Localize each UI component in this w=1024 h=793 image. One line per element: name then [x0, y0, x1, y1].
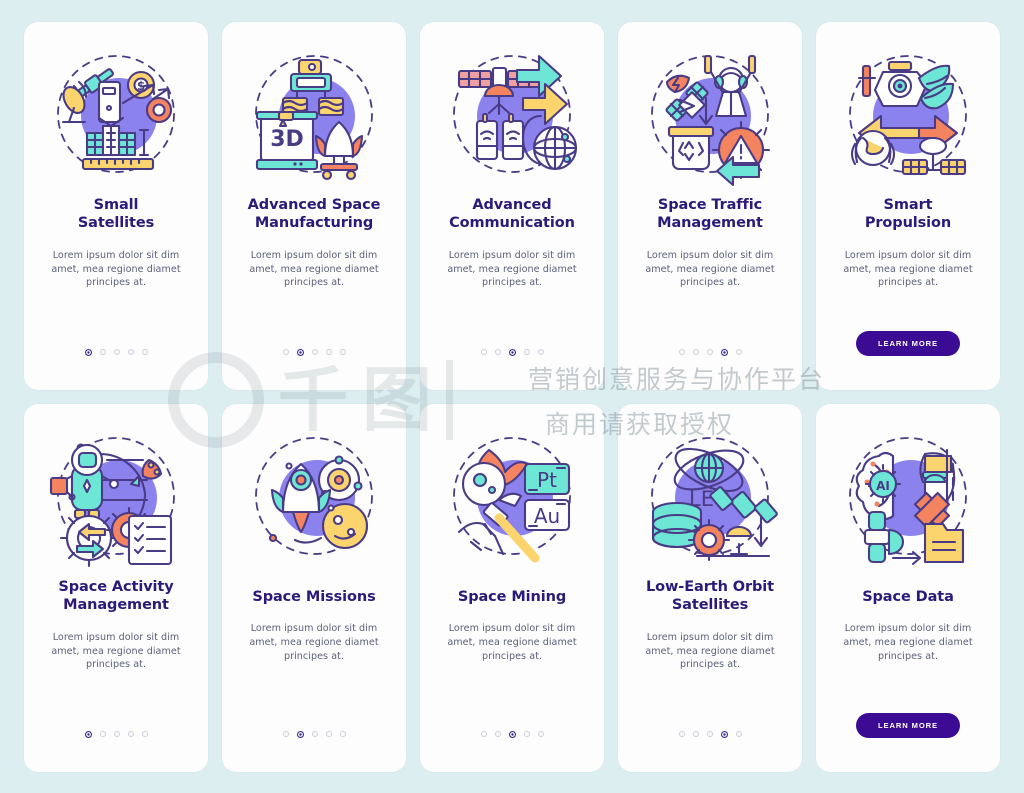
- svg-text:Au: Au: [534, 504, 560, 528]
- card-description: Lorem ipsum dolor sit dim amet, mea regi…: [51, 631, 181, 671]
- card-title: Space Activity Management: [58, 578, 174, 614]
- pagination-dot-active[interactable]: [508, 730, 516, 738]
- learn-more-button[interactable]: LEARN MORE: [855, 712, 961, 738]
- card-description: Lorem ipsum dolor sit dim amet, mea regi…: [843, 249, 973, 289]
- learn-more-button[interactable]: LEARN MORE: [855, 330, 961, 356]
- pagination-dot[interactable]: [99, 349, 106, 355]
- pagination-dot[interactable]: [692, 731, 699, 737]
- onboarding-card-low-earth-orbit-satellites: .s{fill:none;stroke:#4a3b86;stroke-width…: [618, 403, 802, 772]
- onboarding-card-space-traffic-management: .s{fill:none;stroke:#4a3b86;stroke-width…: [618, 21, 802, 390]
- pagination-dots[interactable]: [480, 730, 544, 738]
- card-title: Space Missions: [252, 588, 376, 605]
- traffic-controller-warning-icon: .s{fill:none;stroke:#4a3b86;stroke-width…: [635, 38, 785, 190]
- card-title: Advanced Space Manufacturing: [247, 196, 381, 232]
- svg-text:AI: AI: [876, 479, 890, 493]
- pagination-dot[interactable]: [494, 349, 501, 355]
- pagination-dot[interactable]: [706, 349, 713, 355]
- pagination-dot[interactable]: [282, 731, 289, 737]
- rocket-planets-icon: .s{fill:none;stroke:#4a3b86;stroke-width…: [239, 420, 389, 572]
- card-description: Lorem ipsum dolor sit dim amet, mea regi…: [645, 249, 775, 289]
- pagination-dot[interactable]: [127, 731, 134, 737]
- pagination-dot[interactable]: [113, 731, 120, 737]
- pagination-dot[interactable]: [127, 349, 134, 355]
- onboarding-card-advanced-communication: .s{fill:none;stroke:#4a3b86;stroke-width…: [420, 21, 604, 390]
- ai-brain-data-icon: .s{fill:none;stroke:#4a3b86;stroke-width…: [833, 420, 983, 572]
- onboarding-card-smart-propulsion: .s{fill:none;stroke:#4a3b86;stroke-width…: [816, 21, 1000, 390]
- card-description: Lorem ipsum dolor sit dim amet, mea regi…: [249, 623, 379, 662]
- onboarding-card-advanced-space-manufacturing: .s{fill:none;stroke:#4a3b86;stroke-width…: [222, 21, 406, 390]
- card-title: Advanced Communication: [449, 196, 575, 232]
- card-title: Low-Earth Orbit Satellites: [645, 578, 775, 614]
- pagination-dot[interactable]: [735, 731, 742, 737]
- pagination-dot[interactable]: [678, 349, 685, 355]
- pagination-dot[interactable]: [325, 349, 332, 355]
- pagination-dot[interactable]: [537, 349, 544, 355]
- pagination-dots[interactable]: [282, 730, 346, 738]
- pagination-dot[interactable]: [141, 349, 148, 355]
- card-title: Space Mining: [457, 588, 567, 605]
- pagination-dot[interactable]: [537, 731, 544, 737]
- pagination-dot[interactable]: [678, 731, 685, 737]
- svg-text:Pt: Pt: [537, 468, 557, 492]
- pagination-dot[interactable]: [325, 731, 332, 737]
- pagination-dot[interactable]: [339, 349, 346, 355]
- pagination-dots[interactable]: [678, 730, 742, 738]
- pagination-dot[interactable]: [480, 349, 487, 355]
- card-description: Lorem ipsum dolor sit dim amet, mea regi…: [447, 623, 577, 662]
- onboarding-card-space-mining: .s{fill:none;stroke:#4a3b86;stroke-width…: [420, 403, 604, 772]
- pagination-dot[interactable]: [706, 731, 713, 737]
- astronaut-checklist-gears-icon: .s{fill:none;stroke:#4a3b86;stroke-width…: [41, 420, 191, 572]
- pagination-dot-active[interactable]: [296, 348, 304, 356]
- card-grid: .s{fill:none;stroke:#4a3b86;stroke-width…: [0, 0, 1024, 793]
- pagination-dots[interactable]: [84, 730, 148, 738]
- svg-text:3D: 3D: [270, 127, 304, 152]
- pagination-dot[interactable]: [339, 731, 346, 737]
- pagination-dot[interactable]: [735, 349, 742, 355]
- pagination-dot-active[interactable]: [508, 348, 516, 356]
- 3d-printer-rocket-icon: .s{fill:none;stroke:#4a3b86;stroke-width…: [239, 38, 389, 190]
- card-description: Lorem ipsum dolor sit dim amet, mea regi…: [645, 631, 775, 671]
- pagination-dots[interactable]: [678, 348, 742, 356]
- pagination-dot[interactable]: [141, 731, 148, 737]
- card-description: Lorem ipsum dolor sit dim amet, mea regi…: [51, 249, 181, 289]
- card-title: Space Data: [862, 588, 954, 605]
- card-title: Small Satellites: [77, 196, 155, 232]
- pagination-dot[interactable]: [99, 731, 106, 737]
- asteroid-pickaxe-elements-icon: .s{fill:none;stroke:#4a3b86;stroke-width…: [437, 420, 587, 572]
- pagination-dot[interactable]: [113, 349, 120, 355]
- pagination-dots[interactable]: [480, 348, 544, 356]
- onboarding-card-space-missions: .s{fill:none;stroke:#4a3b86;stroke-width…: [222, 403, 406, 772]
- card-description: Lorem ipsum dolor sit dim amet, mea regi…: [447, 249, 577, 289]
- pagination-dot[interactable]: [480, 731, 487, 737]
- pagination-dot[interactable]: [692, 349, 699, 355]
- pagination-dot-active[interactable]: [296, 730, 304, 738]
- pagination-dot[interactable]: [523, 349, 530, 355]
- leo-database-satellite-icon: .s{fill:none;stroke:#4a3b86;stroke-width…: [635, 420, 785, 572]
- pagination-dot[interactable]: [282, 349, 289, 355]
- card-description: Lorem ipsum dolor sit dim amet, mea regi…: [249, 249, 379, 289]
- pagination-dots[interactable]: [84, 348, 148, 356]
- pagination-dot[interactable]: [494, 731, 501, 737]
- pagination-dot[interactable]: [311, 731, 318, 737]
- pagination-dots[interactable]: [282, 348, 346, 356]
- satellite-phone-globe-icon: .s{fill:none;stroke:#4a3b86;stroke-width…: [437, 38, 587, 190]
- engine-leaf-earth-icon: .s{fill:none;stroke:#4a3b86;stroke-width…: [833, 38, 983, 190]
- onboarding-card-small-satellites: .s{fill:none;stroke:#4a3b86;stroke-width…: [24, 21, 208, 390]
- pagination-dot-active[interactable]: [84, 348, 92, 356]
- onboarding-card-space-activity-management: .s{fill:none;stroke:#4a3b86;stroke-width…: [24, 403, 208, 772]
- onboarding-card-space-data: .s{fill:none;stroke:#4a3b86;stroke-width…: [816, 403, 1000, 772]
- card-description: Lorem ipsum dolor sit dim amet, mea regi…: [843, 623, 973, 662]
- card-title: Smart Propulsion: [864, 196, 952, 232]
- pagination-dot-active[interactable]: [720, 730, 728, 738]
- pagination-dot-active[interactable]: [720, 348, 728, 356]
- pagination-dot-active[interactable]: [84, 730, 92, 738]
- satellite-gear-icon: .s{fill:none;stroke:#4a3b86;stroke-width…: [41, 38, 191, 190]
- card-title: Space Traffic Management: [657, 196, 763, 232]
- pagination-dot[interactable]: [311, 349, 318, 355]
- pagination-dot[interactable]: [523, 731, 530, 737]
